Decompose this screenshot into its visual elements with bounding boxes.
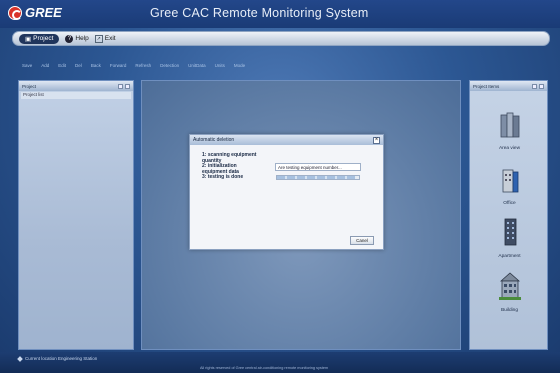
tool-detection[interactable]: Detection bbox=[160, 63, 179, 68]
exit-icon: ↗ bbox=[94, 34, 103, 43]
dialog-progress-fill bbox=[277, 176, 355, 179]
building-label: Building bbox=[500, 308, 519, 313]
apartment-icon bbox=[504, 218, 516, 246]
apartment-label: Apartment bbox=[498, 254, 521, 259]
minimize-icon[interactable] bbox=[118, 83, 123, 89]
app-window: GREE Gree CAC Remote Monitoring System ▣… bbox=[0, 0, 560, 373]
area-view-label: Area view bbox=[498, 146, 521, 151]
building-icon bbox=[498, 272, 521, 300]
dialog-progress-bar bbox=[276, 175, 360, 180]
menu-project-label: Project bbox=[33, 35, 54, 42]
tool-del[interactable]: Del bbox=[75, 63, 82, 68]
project-items-panel: Project Items Area view Office Apartment… bbox=[469, 80, 548, 350]
tool-back[interactable]: Back bbox=[91, 63, 101, 68]
minimize-icon[interactable] bbox=[532, 83, 537, 89]
office-icon bbox=[502, 169, 518, 193]
tool-save[interactable]: Save bbox=[22, 63, 32, 68]
automatic-deletion-dialog: Automatic deletion × 1: scanning equipme… bbox=[189, 134, 384, 250]
location-icon bbox=[17, 355, 23, 362]
menu-exit-label: Exit bbox=[104, 35, 116, 42]
tool-edit[interactable]: Edit bbox=[58, 63, 66, 68]
logo-text: GREE bbox=[25, 5, 62, 20]
dialog-status-text: Are testing equipment number... bbox=[275, 163, 361, 171]
tool-units[interactable]: Units bbox=[215, 63, 225, 68]
project-tree-panel: Project Project list bbox=[18, 80, 134, 350]
dialog-steps: 1: scanning equipment quantity 2: initia… bbox=[202, 152, 257, 181]
tool-refresh[interactable]: Refresh bbox=[135, 63, 151, 68]
project-panel-header: Project bbox=[19, 81, 133, 91]
menu-help[interactable]: ? Help bbox=[65, 34, 89, 43]
gree-logo-icon bbox=[8, 5, 22, 20]
status-location: Current location Engineering Station bbox=[17, 355, 98, 362]
menu-project[interactable]: ▣ Project bbox=[19, 33, 60, 44]
items-panel-header: Project Items bbox=[470, 81, 547, 91]
tool-add[interactable]: Add bbox=[41, 63, 49, 68]
close-icon[interactable] bbox=[539, 83, 544, 89]
menu-help-label: Help bbox=[75, 35, 89, 42]
project-panel-title: Project bbox=[22, 83, 37, 89]
project-icon: ▣ bbox=[25, 35, 32, 43]
app-title: Gree CAC Remote Monitoring System bbox=[150, 6, 369, 20]
help-icon: ? bbox=[65, 34, 74, 43]
tool-mode[interactable]: Mode bbox=[234, 63, 245, 68]
status-location-text: Current location Engineering Station bbox=[25, 356, 98, 361]
office-label: Office bbox=[503, 201, 516, 206]
toolbar: Save Add Edit Del Back Forward Refresh D… bbox=[22, 60, 245, 70]
title-bar: GREE Gree CAC Remote Monitoring System bbox=[0, 0, 560, 28]
area-view-icon bbox=[500, 112, 519, 138]
tool-forward[interactable]: Forward bbox=[110, 63, 127, 68]
menu-exit[interactable]: ↗ Exit bbox=[94, 34, 116, 43]
item-apartment[interactable]: Apartment bbox=[470, 215, 549, 259]
item-building[interactable]: Building bbox=[470, 269, 549, 313]
items-panel-title: Project Items bbox=[473, 83, 500, 89]
close-icon[interactable] bbox=[125, 83, 130, 89]
copyright-text: All rights reserved of Gree central air-… bbox=[200, 366, 329, 370]
menu-bar: ▣ Project ? Help ↗ Exit bbox=[12, 31, 550, 46]
cancel-button[interactable]: Canel bbox=[350, 236, 374, 245]
gree-logo: GREE bbox=[8, 5, 62, 20]
dialog-title: Automatic deletion bbox=[193, 137, 235, 143]
project-tree-row[interactable]: Project list bbox=[21, 92, 131, 99]
dialog-header: Automatic deletion × bbox=[190, 135, 383, 145]
tool-unitdata[interactable]: UnitData bbox=[188, 63, 206, 68]
item-area-view[interactable]: Area view bbox=[470, 111, 549, 151]
item-office[interactable]: Office bbox=[470, 166, 549, 206]
close-icon[interactable]: × bbox=[373, 136, 380, 144]
